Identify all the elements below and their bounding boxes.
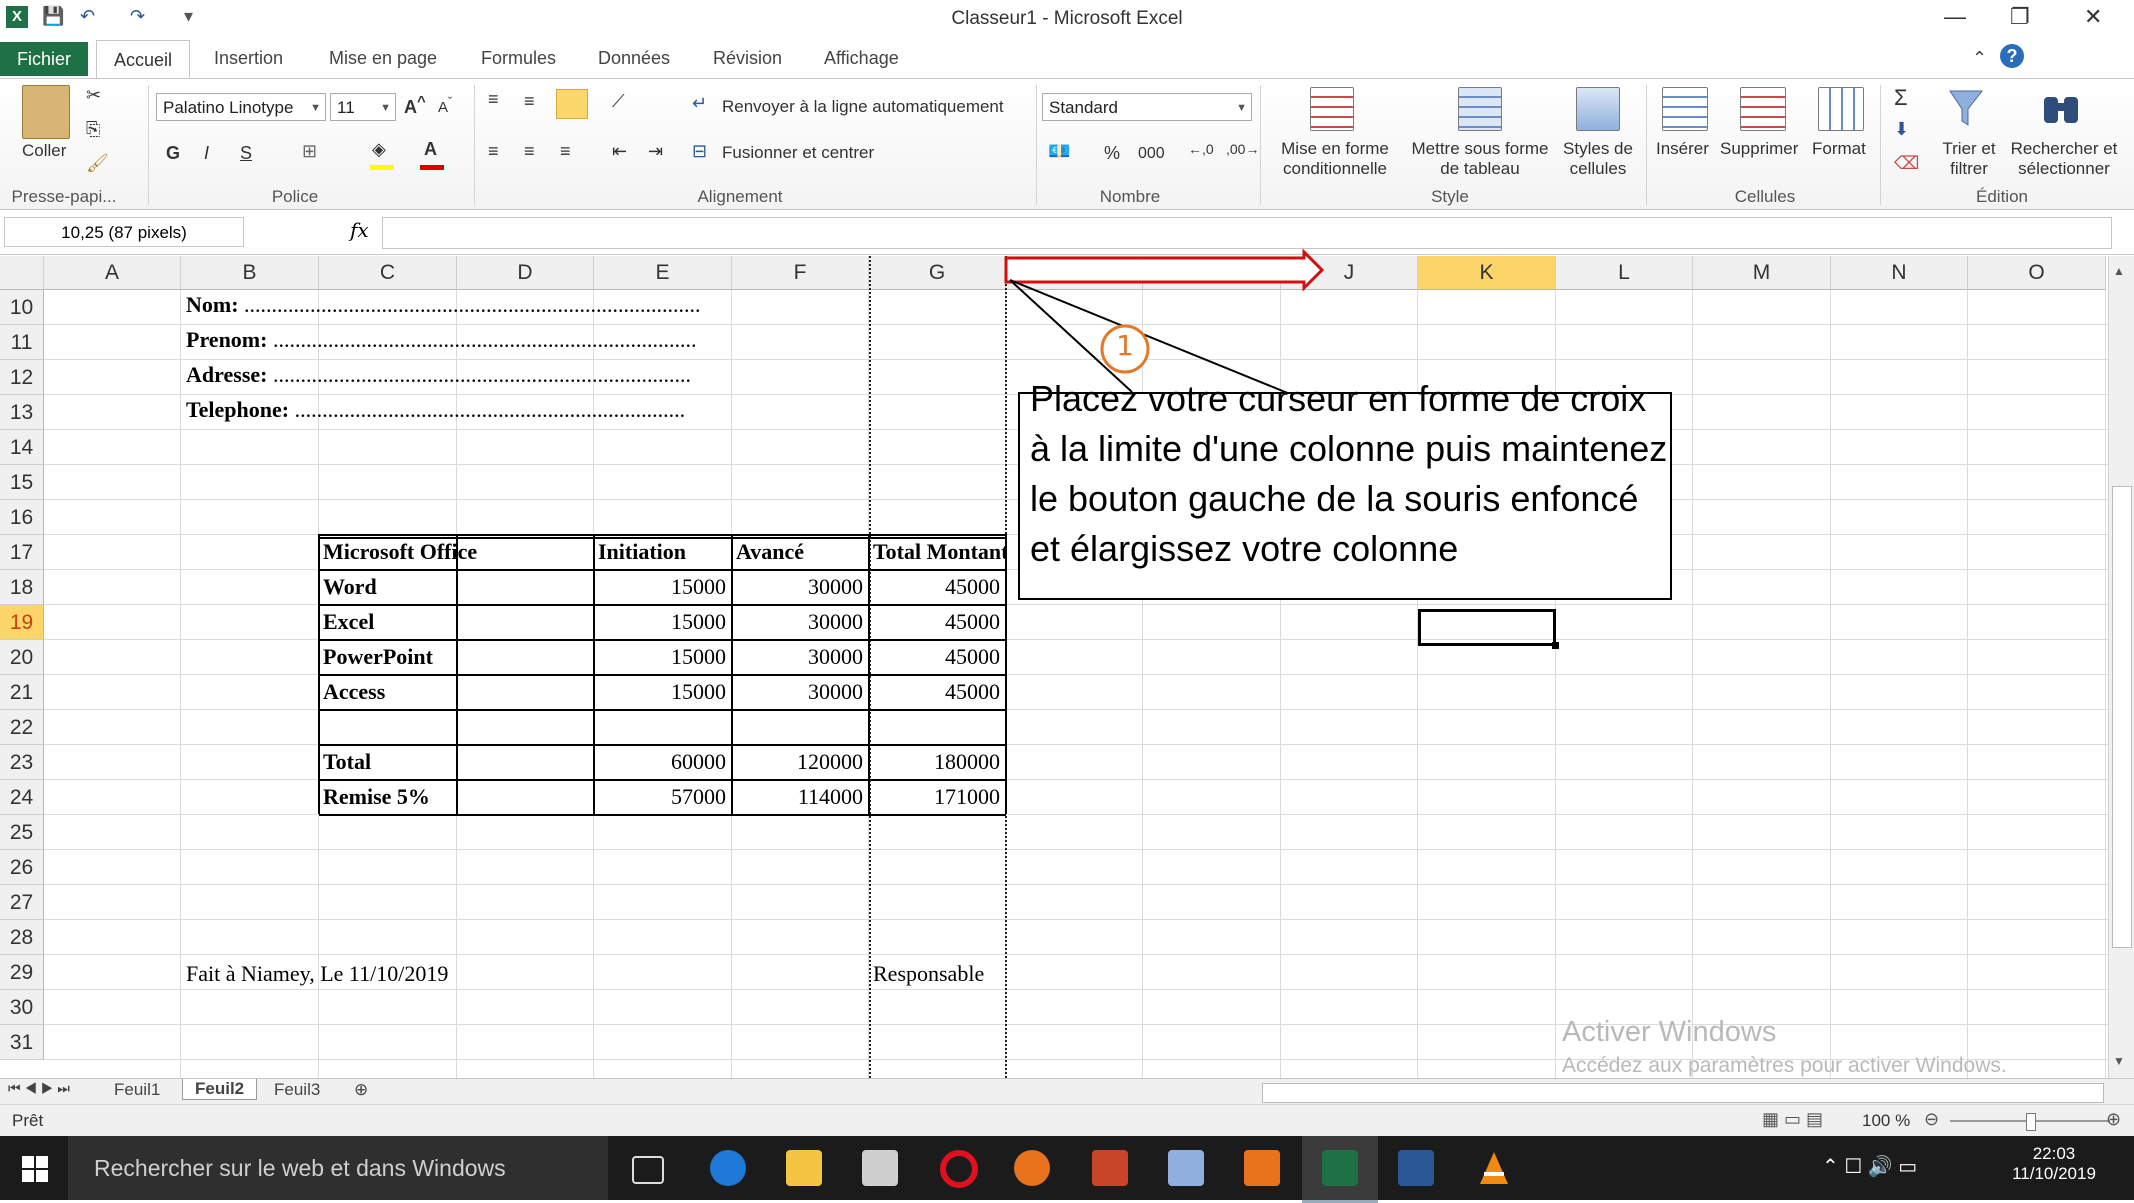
clock-time: 22:03 (2032, 1144, 2076, 1163)
zoom-slider-thumb[interactable] (2026, 1113, 2036, 1131)
powerpoint-icon[interactable] (1092, 1150, 1128, 1186)
store-icon[interactable] (862, 1150, 898, 1186)
horizontal-scrollbar[interactable] (1262, 1083, 2104, 1103)
vlc-icon[interactable] (1476, 1150, 1512, 1186)
annotation-overlay (1004, 248, 1325, 395)
file-explorer-icon[interactable] (786, 1150, 822, 1186)
taskbar-search[interactable]: Rechercher sur le web et dans Windows (68, 1136, 608, 1200)
instruction-text: Placez votre curseur en forme de croix à… (1030, 378, 1668, 569)
insert-sheet-icon[interactable]: ⊕ (354, 1080, 368, 1100)
firefox-icon[interactable] (1014, 1150, 1050, 1186)
clock-date: 11/10/2019 (2012, 1164, 2096, 1183)
media-player-icon[interactable] (1244, 1150, 1280, 1186)
task-view-icon[interactable] (632, 1156, 664, 1184)
excel-icon[interactable] (1322, 1150, 1358, 1186)
sheet-tab-feuil1[interactable]: Feuil1 (114, 1080, 160, 1100)
tray-icons[interactable]: ⌃ ☐ 🔊 ▭ (1822, 1154, 1917, 1179)
zoom-in-icon[interactable]: ⊕ (2106, 1109, 2121, 1130)
drag-arrow-icon (1004, 248, 1325, 292)
pdf-icon[interactable] (1168, 1150, 1204, 1186)
zoom-out-icon[interactable]: ⊖ (1924, 1109, 1939, 1130)
opera-icon[interactable] (940, 1150, 978, 1188)
view-normal-icon[interactable]: ▦ ▭ ▤ (1762, 1109, 1823, 1130)
clock[interactable]: 22:03 11/10/2019 (2004, 1144, 2104, 1184)
status-ready: Prêt (12, 1111, 44, 1130)
sheet-tab-feuil3[interactable]: Feuil3 (274, 1080, 320, 1100)
status-bar: Prêt ▦ ▭ ▤ 100 % ⊖ ⊕ (0, 1104, 2134, 1137)
sheet-nav-icon[interactable]: ⏮ ◀ ▶ ⏭ (8, 1080, 70, 1097)
edge-icon[interactable] (710, 1150, 746, 1186)
zoom-level[interactable]: 100 % (1862, 1111, 1910, 1131)
instruction-callout: Placez votre curseur en forme de croix à… (1018, 378, 1672, 600)
step-number: 1 (1116, 329, 1134, 362)
sheet-tab-feuil2[interactable]: Feuil2 (182, 1079, 258, 1100)
word-icon[interactable] (1398, 1150, 1434, 1186)
windows-taskbar: Rechercher sur le web et dans Windows ⌃ … (0, 1136, 2134, 1203)
start-button[interactable] (22, 1156, 48, 1182)
sheet-tab-bar: ⏮ ◀ ▶ ⏭ Feuil1 Feuil2 Feuil3 ⊕ (0, 1078, 2134, 1105)
